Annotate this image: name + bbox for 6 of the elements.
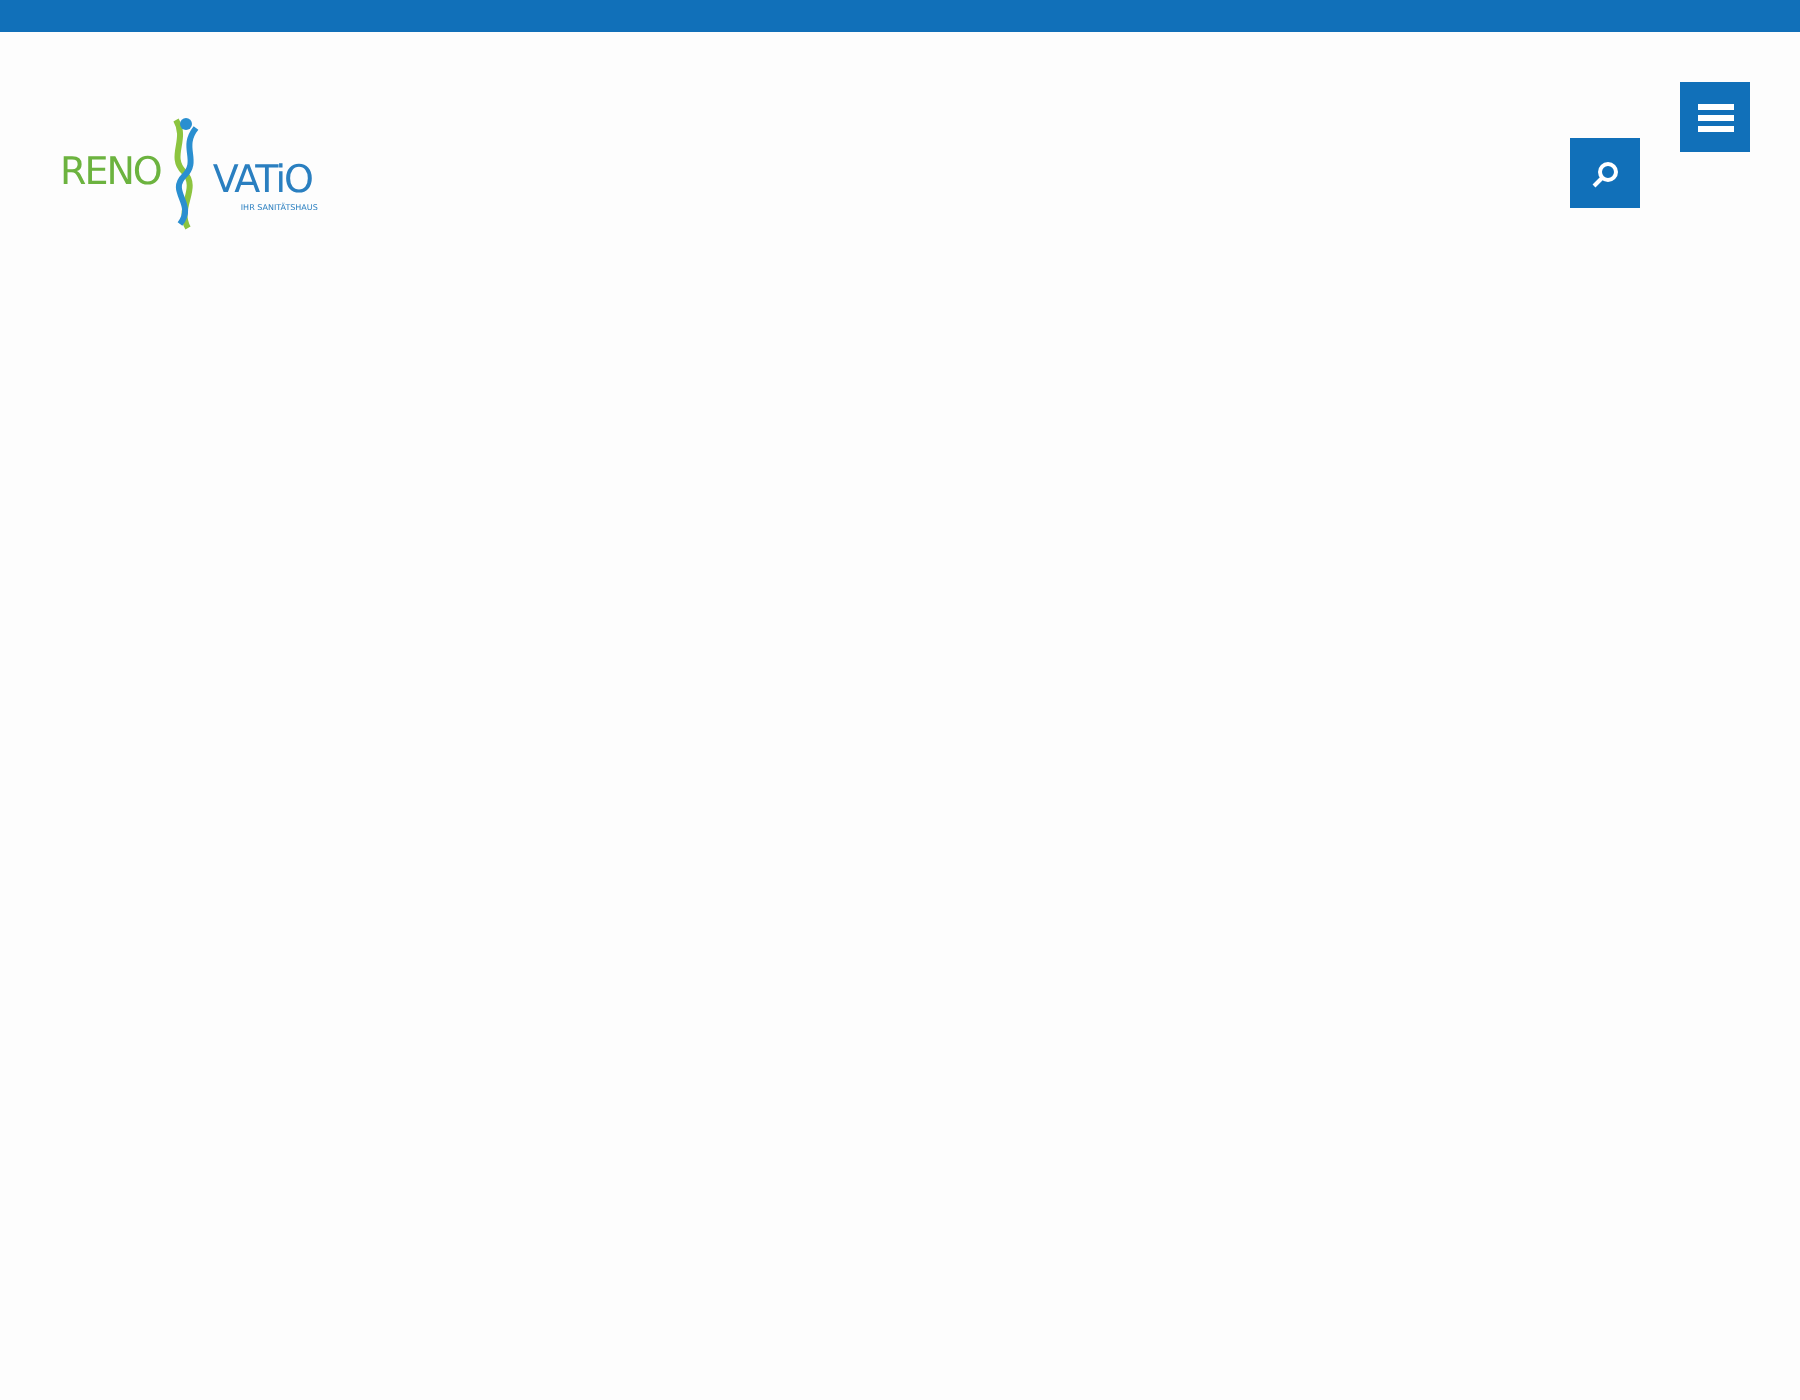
search-icon [1591, 159, 1619, 187]
logo-text: VATiO [212, 157, 314, 201]
menu-button[interactable] [1680, 82, 1750, 152]
logo-text: RENO [60, 150, 161, 194]
search-button[interactable] [1570, 138, 1640, 208]
menu-icon [1697, 103, 1733, 131]
